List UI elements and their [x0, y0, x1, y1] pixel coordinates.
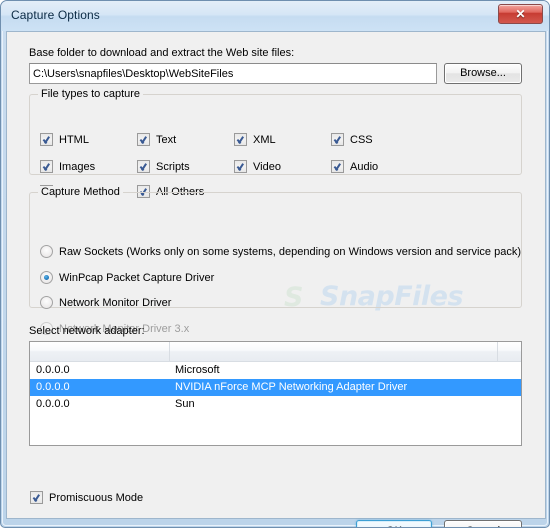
checkbox-icon — [40, 160, 53, 173]
adapter-name: Microsoft — [175, 364, 220, 376]
checkbox-icon — [40, 133, 53, 146]
listview-header — [30, 342, 521, 362]
file-type-checkbox-xml[interactable]: XML — [234, 133, 276, 146]
adapter-name: NVIDIA nForce MCP Networking Adapter Dri… — [175, 381, 408, 393]
file-type-label: Audio — [350, 160, 379, 173]
listview-body: 0.0.0.0 Microsoft 0.0.0.0 NVIDIA nForce MCP… — [30, 362, 521, 413]
capture-method-radio-0[interactable]: Raw Sockets (Works only on some systems,… — [40, 245, 521, 258]
cancel-button[interactable]: Cancel — [444, 520, 522, 527]
file-type-label: HTML — [59, 133, 89, 146]
file-type-checkbox-scripts[interactable]: Scripts — [137, 160, 190, 173]
dialog-client-area: S SnapFiles Base folder to download and … — [6, 31, 546, 527]
ok-button[interactable]: OK — [356, 520, 432, 527]
checkbox-icon — [137, 160, 150, 173]
capture-method-label: WinPcap Packet Capture Driver — [59, 271, 215, 284]
window-title: Capture Options — [11, 8, 100, 22]
file-types-group-title: File types to capture — [38, 88, 144, 100]
adapter-address: 0.0.0.0 — [36, 364, 70, 376]
table-row[interactable]: 0.0.0.0 Sun — [30, 396, 521, 413]
file-type-label: Images — [59, 160, 96, 173]
checkbox-icon — [137, 133, 150, 146]
adapter-address: 0.0.0.0 — [36, 381, 70, 393]
capture-method-label: Network Monitor Driver — [59, 296, 172, 309]
column-header-name[interactable] — [170, 342, 498, 361]
checkbox-icon — [331, 133, 344, 146]
file-type-checkbox-text[interactable]: Text — [137, 133, 176, 146]
capture-method-group-title: Capture Method — [38, 186, 123, 198]
network-adapter-listview[interactable]: 0.0.0.0 Microsoft 0.0.0.0 NVIDIA nForce MCP… — [29, 341, 522, 446]
checkbox-icon — [234, 133, 247, 146]
checkbox-icon — [30, 491, 43, 504]
file-type-label: XML — [253, 133, 276, 146]
close-button[interactable]: ✕ — [498, 4, 543, 24]
column-header-address[interactable] — [30, 342, 170, 361]
table-row[interactable]: 0.0.0.0 Microsoft — [30, 362, 521, 379]
file-type-label: Video — [253, 160, 281, 173]
dialog-window: Capture Options ✕ S SnapFiles Base folde… — [0, 0, 550, 528]
promiscuous-mode-checkbox[interactable]: Promiscuous Mode — [30, 491, 143, 504]
promiscuous-mode-label: Promiscuous Mode — [49, 491, 144, 504]
checkbox-icon — [234, 160, 247, 173]
base-folder-input[interactable] — [29, 63, 437, 84]
radio-icon — [40, 245, 53, 258]
table-row[interactable]: 0.0.0.0 NVIDIA nForce MCP Networking Adap… — [30, 379, 521, 396]
capture-method-radio-2[interactable]: Network Monitor Driver — [40, 296, 171, 309]
close-icon: ✕ — [515, 7, 526, 21]
column-header-extra[interactable] — [498, 342, 521, 361]
select-adapter-label: Select network adapter: — [29, 325, 145, 337]
radio-icon — [40, 296, 53, 309]
browse-button[interactable]: Browse... — [444, 63, 522, 84]
file-type-checkbox-video[interactable]: Video — [234, 160, 281, 173]
file-type-checkbox-images[interactable]: Images — [40, 160, 95, 173]
file-type-checkbox-audio[interactable]: Audio — [331, 160, 378, 173]
file-type-label: Text — [156, 133, 177, 146]
adapter-address: 0.0.0.0 — [36, 398, 70, 410]
title-bar: Capture Options ✕ — [1, 1, 549, 31]
file-type-checkbox-html[interactable]: HTML — [40, 133, 89, 146]
radio-icon — [40, 271, 53, 284]
checkbox-icon — [331, 160, 344, 173]
adapter-name: Sun — [175, 398, 195, 410]
base-folder-label: Base folder to download and extract the … — [29, 47, 295, 59]
capture-method-label: Raw Sockets (Works only on some systems,… — [59, 245, 521, 258]
file-type-label: Scripts — [156, 160, 190, 173]
capture-method-radio-1[interactable]: WinPcap Packet Capture Driver — [40, 271, 214, 284]
file-type-label: CSS — [350, 133, 373, 146]
file-type-checkbox-css[interactable]: CSS — [331, 133, 373, 146]
